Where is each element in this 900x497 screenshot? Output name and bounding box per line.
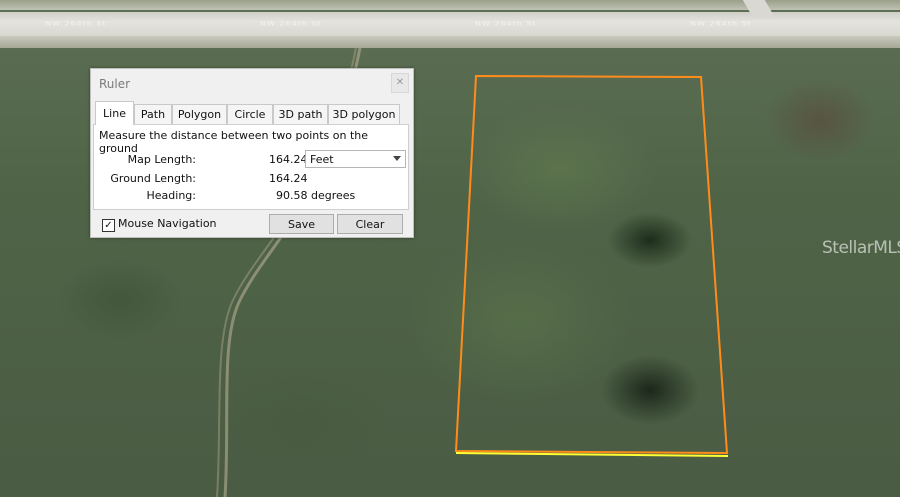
mouse-navigation-label: Mouse Navigation — [118, 217, 217, 230]
heading-value: 90.58 degrees — [276, 189, 356, 202]
watermark: StellarMLS — [822, 238, 900, 258]
chevron-down-icon — [393, 156, 401, 161]
ground-length-value: 164.24 — [269, 172, 308, 185]
ground-length-label: Ground Length: — [110, 172, 196, 185]
tab-3d-path[interactable]: 3D path — [273, 104, 328, 124]
close-button[interactable]: ✕ — [391, 73, 409, 93]
map-length-label: Map Length: — [127, 153, 196, 166]
mouse-navigation-checkbox[interactable]: ✓ — [102, 219, 115, 232]
dialog-title: Ruler — [99, 77, 131, 91]
heading-label: Heading: — [146, 189, 196, 202]
tab-line[interactable]: Line — [95, 101, 134, 125]
save-button[interactable]: Save — [269, 214, 334, 234]
clear-button[interactable]: Clear — [337, 214, 403, 234]
tab-3d-polygon[interactable]: 3D polygon — [328, 104, 400, 124]
tab-panel: Measure the distance between two points … — [93, 124, 409, 210]
tab-circle[interactable]: Circle — [227, 104, 273, 124]
tab-polygon[interactable]: Polygon — [172, 104, 227, 124]
ruler-dialog[interactable]: Ruler ✕ Line Path Polygon Circle 3D path… — [90, 68, 414, 238]
unit-select-value: Feet — [310, 153, 334, 166]
unit-select[interactable]: Feet — [305, 150, 406, 168]
tab-path[interactable]: Path — [134, 104, 172, 124]
map-length-value: 164.24 — [269, 153, 308, 166]
close-icon: ✕ — [395, 77, 405, 88]
